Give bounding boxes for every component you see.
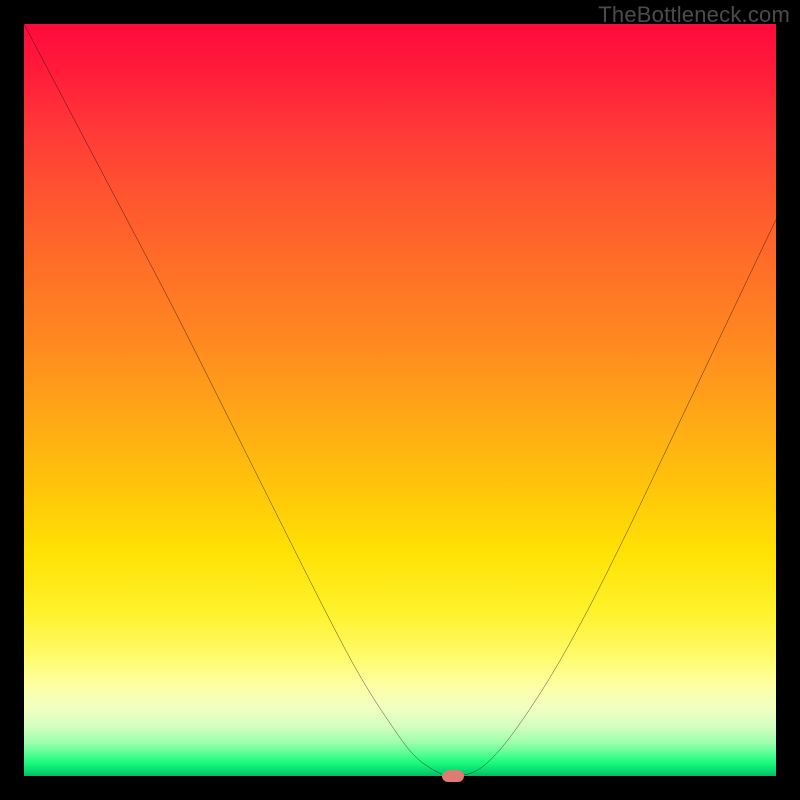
plot-area xyxy=(24,24,776,776)
curve-path xyxy=(24,24,776,776)
optimal-marker xyxy=(442,770,464,782)
chart-frame: TheBottleneck.com xyxy=(0,0,800,800)
watermark-text: TheBottleneck.com xyxy=(598,2,790,28)
bottleneck-curve xyxy=(24,24,776,776)
